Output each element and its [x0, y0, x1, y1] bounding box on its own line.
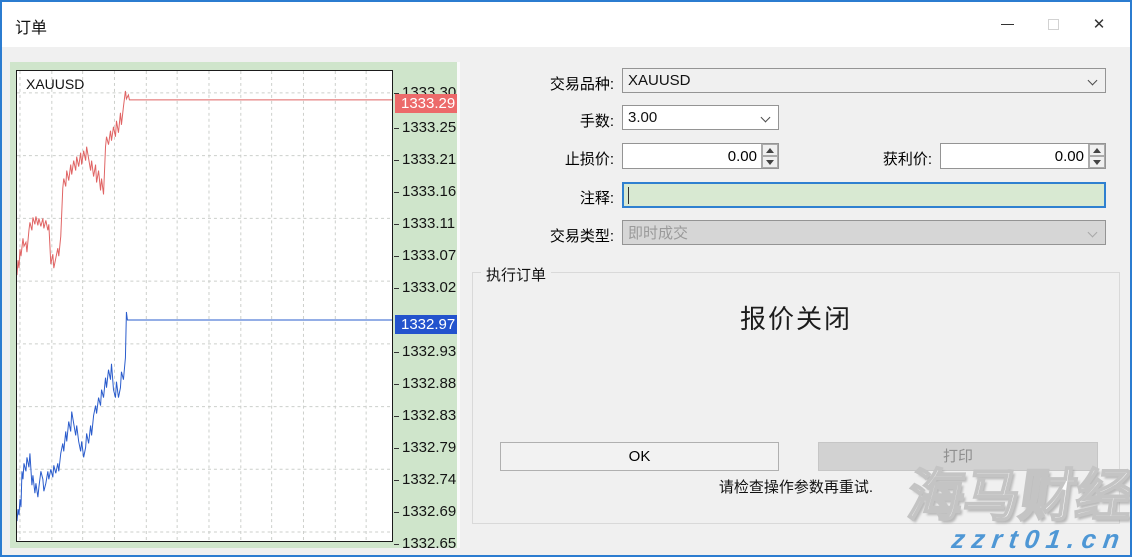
scale-label: 1332.74	[402, 471, 456, 488]
take-profit-down-button[interactable]	[1089, 156, 1105, 168]
scale-tick	[394, 416, 399, 417]
chevron-down-icon	[1088, 228, 1098, 238]
execute-order-group: 执行订单 报价关闭 OK 打印 请检查操作参数再重试.	[472, 272, 1120, 524]
minimize-icon	[1001, 24, 1014, 25]
scale-label: 1332.93	[402, 343, 456, 360]
watermark-domain: zzrt01.cn	[900, 524, 1128, 555]
tick-chart	[16, 70, 393, 542]
scale-label: 1332.79	[402, 439, 456, 456]
scale-tick	[394, 544, 399, 545]
scale-tick	[394, 512, 399, 513]
scale-label: 1333.11	[402, 215, 455, 232]
volume-select-value: 3.00	[628, 109, 657, 126]
order-type-label: 交易类型:	[492, 225, 614, 246]
order-dialog: 订单 ✕ XAUUSD 1333.301333.251333.211333.16…	[0, 0, 1132, 557]
print-button: 打印	[818, 442, 1098, 471]
arrow-up-icon	[1093, 148, 1101, 153]
order-type-select: 即时成交	[622, 220, 1106, 245]
stop-loss-up-button[interactable]	[762, 144, 778, 156]
arrow-down-icon	[1093, 160, 1101, 165]
scale-tick	[394, 128, 399, 129]
comment-label: 注释:	[492, 187, 614, 208]
scale-tick	[394, 352, 399, 353]
close-button[interactable]: ✕	[1076, 2, 1122, 47]
status-message: 请检查操作参数再重试.	[473, 476, 1119, 497]
take-profit-spinner	[940, 143, 1106, 169]
volume-label: 手数:	[492, 110, 614, 131]
take-profit-label: 获利价:	[802, 148, 932, 169]
scale-label: 1332.83	[402, 407, 456, 424]
scale-tick	[394, 288, 399, 289]
scale-label: 1333.25	[402, 119, 456, 136]
comment-input[interactable]	[627, 184, 1083, 206]
order-type-value: 即时成交	[628, 222, 688, 243]
stop-loss-input[interactable]	[623, 144, 760, 168]
scale-tick	[394, 224, 399, 225]
scale-tick	[394, 256, 399, 257]
stop-loss-label: 止损价:	[492, 148, 614, 169]
symbol-select-value: XAUUSD	[628, 72, 691, 89]
symbol-label: 交易品种:	[492, 73, 614, 94]
scale-label: 1333.16	[402, 183, 456, 200]
take-profit-input[interactable]	[941, 144, 1087, 168]
scale-tick	[394, 192, 399, 193]
price-scale: 1333.301333.251333.211333.161333.111333.…	[394, 62, 460, 548]
close-icon: ✕	[1093, 17, 1106, 32]
maximize-button	[1030, 2, 1076, 47]
minimize-button[interactable]	[984, 2, 1030, 47]
scale-label: 1333.02	[402, 279, 456, 296]
arrow-down-icon	[766, 160, 774, 165]
chevron-down-icon	[1088, 76, 1098, 86]
window-controls: ✕	[984, 2, 1122, 47]
scale-label: 1332.88	[402, 375, 456, 392]
volume-select[interactable]: 3.00	[622, 105, 779, 130]
symbol-select[interactable]: XAUUSD	[622, 68, 1106, 93]
window-title: 订单	[15, 14, 47, 38]
stop-loss-spinner	[622, 143, 779, 169]
titlebar: 订单 ✕	[2, 2, 1130, 47]
scale-tick	[394, 480, 399, 481]
tick-chart-panel: XAUUSD 1333.301333.251333.211333.161333.…	[10, 62, 460, 548]
text-caret	[628, 187, 629, 204]
ask-price-badge: 1333.29	[395, 94, 457, 113]
maximize-icon	[1048, 19, 1059, 30]
chevron-down-icon	[761, 113, 771, 123]
take-profit-up-button[interactable]	[1089, 144, 1105, 156]
ok-button[interactable]: OK	[500, 442, 779, 471]
bid-price-badge: 1332.97	[395, 315, 457, 334]
scale-tick	[394, 160, 399, 161]
arrow-up-icon	[766, 148, 774, 153]
scale-tick	[394, 384, 399, 385]
scale-label: 1333.07	[402, 247, 456, 264]
scale-tick	[394, 448, 399, 449]
group-title: 执行订单	[481, 264, 551, 285]
comment-field-wrap	[622, 182, 1106, 208]
scale-label: 1332.65	[402, 535, 456, 548]
scale-label: 1332.69	[402, 503, 456, 520]
chart-symbol-label: XAUUSD	[26, 76, 84, 92]
scale-label: 1333.21	[402, 151, 456, 168]
stop-loss-down-button[interactable]	[762, 156, 778, 168]
quote-status-text: 报价关闭	[473, 299, 1119, 336]
